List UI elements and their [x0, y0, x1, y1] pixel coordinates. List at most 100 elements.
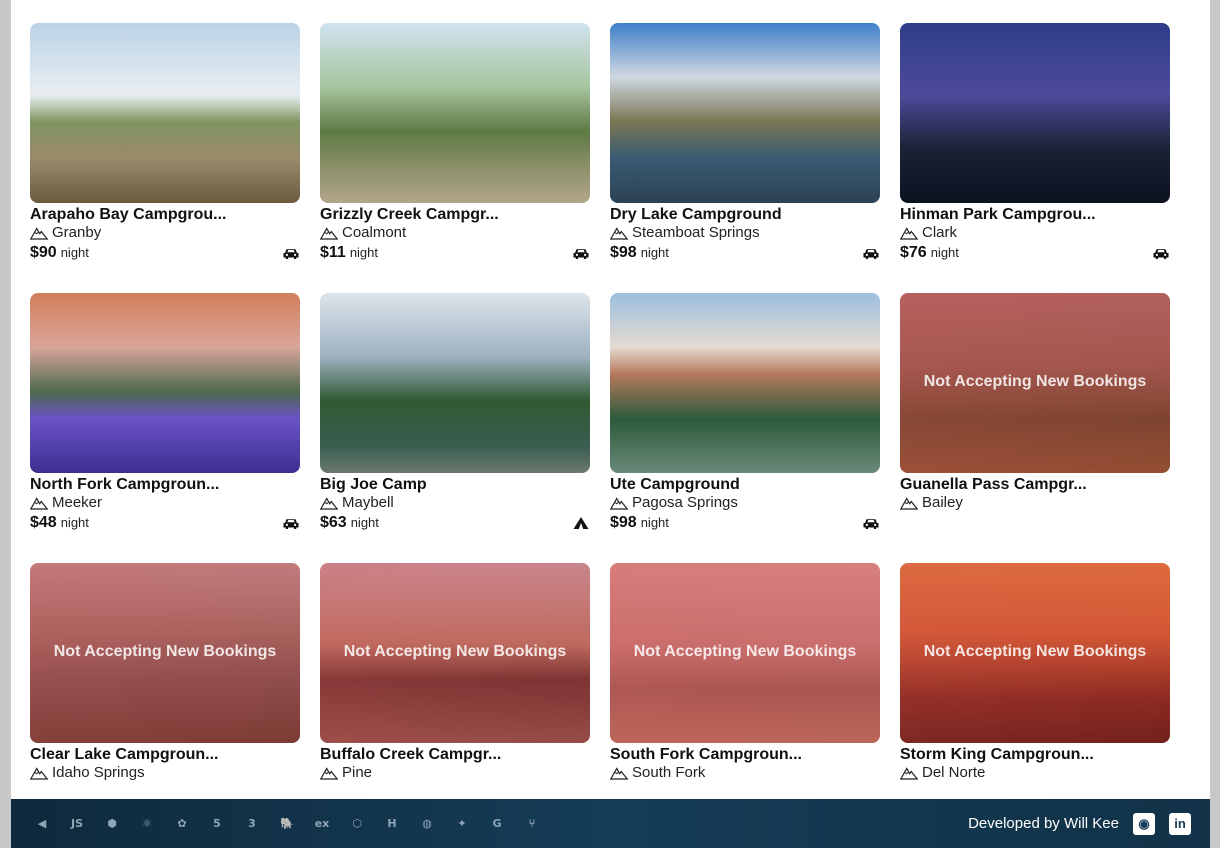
campground-card[interactable]: Ute Campground Pagosa Springs $98 night [610, 293, 880, 563]
mountain-icon [320, 766, 338, 780]
campground-location: South Fork [610, 764, 880, 782]
campground-photo[interactable] [30, 293, 300, 473]
price-unit: night [640, 245, 669, 260]
campground-photo[interactable]: Not Accepting New Bookings [320, 563, 590, 743]
google-icon: G [492, 817, 502, 830]
campground-location: Maybell [320, 494, 590, 512]
campground-card[interactable]: Not Accepting New Bookings Buffalo Creek … [320, 563, 590, 833]
campground-name[interactable]: South Fork Campgroun... [610, 745, 880, 764]
tech-stack: ◀ JS ⬢ ⚛ ✿ 5 3 🐘 ex ⬡ H ◍ ✦ G ⑂ [31, 813, 543, 835]
campground-photo[interactable] [610, 293, 880, 473]
campground-photo[interactable]: Not Accepting New Bookings [900, 293, 1170, 473]
car-icon [572, 246, 590, 260]
campground-name[interactable]: Hinman Park Campgrou... [900, 205, 1170, 224]
location-text: Clark [922, 224, 958, 241]
javascript-icon: JS [70, 817, 83, 830]
price-unit: night [60, 515, 89, 530]
car-icon [282, 246, 300, 260]
campground-name[interactable]: Guanella Pass Campgr... [900, 475, 1170, 494]
campground-name[interactable]: Storm King Campgroun... [900, 745, 1170, 764]
campground-photo[interactable] [610, 23, 880, 203]
campground-card[interactable]: Not Accepting New Bookings Guanella Pass … [900, 293, 1170, 563]
not-accepting-label: Not Accepting New Bookings [923, 643, 1147, 660]
car-icon [282, 516, 300, 530]
campground-card[interactable]: North Fork Campgroun... Meeker $48 night [30, 293, 300, 563]
campground-card[interactable]: Not Accepting New Bookings Storm King Cam… [900, 563, 1170, 833]
location-text: South Fork [632, 764, 706, 781]
campground-photo[interactable]: Not Accepting New Bookings [30, 563, 300, 743]
price-row: $98 night [610, 513, 880, 533]
html5-icon: 5 [213, 817, 221, 830]
campground-name[interactable]: Dry Lake Campground [610, 205, 880, 224]
campground-card[interactable]: Grizzly Creek Campgr... Coalmont $11 night [320, 23, 590, 293]
price-row: $11 night [320, 243, 590, 263]
campground-name[interactable]: North Fork Campgroun... [30, 475, 300, 494]
campground-name[interactable]: Arapaho Bay Campgrou... [30, 205, 300, 224]
campground-grid: Arapaho Bay Campgrou... Granby $90 night Gri… [30, 23, 1170, 833]
campground-name[interactable]: Big Joe Camp [320, 475, 590, 494]
campground-photo[interactable] [900, 23, 1170, 203]
linkedin-icon[interactable]: in [1169, 812, 1191, 835]
campground-card[interactable]: Not Accepting New Bookings Clear Lake Cam… [30, 563, 300, 833]
campground-card[interactable]: Dry Lake Campground Steamboat Springs $98 n… [610, 23, 880, 293]
photo-scene [610, 293, 880, 473]
campground-photo[interactable] [30, 23, 300, 203]
location-text: Coalmont [342, 224, 407, 241]
campground-photo[interactable] [320, 23, 590, 203]
git-icon: ⑂ [528, 817, 536, 830]
photo-scene [610, 23, 880, 203]
campground-photo[interactable] [320, 293, 590, 473]
car-icon [862, 516, 880, 530]
campground-location: Coalmont [320, 224, 590, 242]
price: $63 night [320, 514, 379, 531]
campground-name[interactable]: Buffalo Creek Campgr... [320, 745, 590, 764]
campground-photo[interactable]: Not Accepting New Bookings [900, 563, 1170, 743]
campground-card[interactable]: Big Joe Camp Maybell $63 night [320, 293, 590, 563]
react-icon: ⚛ [142, 817, 152, 830]
campground-location: Pine [320, 764, 590, 782]
price: $98 night [610, 514, 669, 531]
price: $90 night [30, 244, 89, 261]
not-accepting-label: Not Accepting New Bookings [343, 643, 567, 660]
campground-location: Clark [900, 224, 1170, 242]
price-unit: night [930, 245, 959, 260]
mountain-icon [900, 226, 918, 240]
campground-location: Steamboat Springs [610, 224, 880, 242]
campground-card[interactable]: Arapaho Bay Campgrou... Granby $90 night [30, 23, 300, 293]
campground-photo[interactable]: Not Accepting New Bookings [610, 563, 880, 743]
campground-card[interactable]: Hinman Park Campgrou... Clark $76 night [900, 23, 1170, 293]
campground-card[interactable]: Not Accepting New Bookings South Fork Cam… [610, 563, 880, 833]
price-unit: night [349, 245, 379, 260]
campground-location: Del Norte [900, 764, 1170, 782]
location-text: Steamboat Springs [632, 224, 760, 241]
campground-location: Idaho Springs [30, 764, 300, 782]
price-row: $76 night [900, 243, 1170, 263]
location-text: Pine [342, 764, 373, 781]
photo-scene [900, 23, 1170, 203]
campground-name[interactable]: Ute Campground [610, 475, 880, 494]
not-accepting-label: Not Accepting New Bookings [923, 373, 1147, 390]
campground-location: Meeker [30, 494, 300, 512]
mountain-icon [900, 496, 918, 510]
price: $48 night [30, 514, 89, 531]
mountain-icon [30, 226, 48, 240]
github-icon[interactable]: ◉ [1133, 812, 1155, 835]
location-text: Del Norte [922, 764, 986, 781]
price: $98 night [610, 244, 669, 261]
price: $76 night [900, 244, 959, 261]
mountain-icon [30, 496, 48, 510]
location-text: Pagosa Springs [632, 494, 738, 511]
campground-name[interactable]: Grizzly Creek Campgr... [320, 205, 590, 224]
location-text: Granby [52, 224, 102, 241]
price-row: $90 night [30, 243, 300, 263]
price: $11 night [320, 244, 379, 261]
sequelize-icon: ⬡ [352, 817, 362, 830]
campground-name[interactable]: Clear Lake Campgroun... [30, 745, 300, 764]
location-text: Bailey [922, 494, 963, 511]
mountain-icon [900, 766, 918, 780]
photo-scene [30, 23, 300, 203]
mountain-icon [320, 226, 338, 240]
price-unit: night [60, 245, 89, 260]
photo-scene [30, 293, 300, 473]
photo-scene [320, 23, 590, 203]
